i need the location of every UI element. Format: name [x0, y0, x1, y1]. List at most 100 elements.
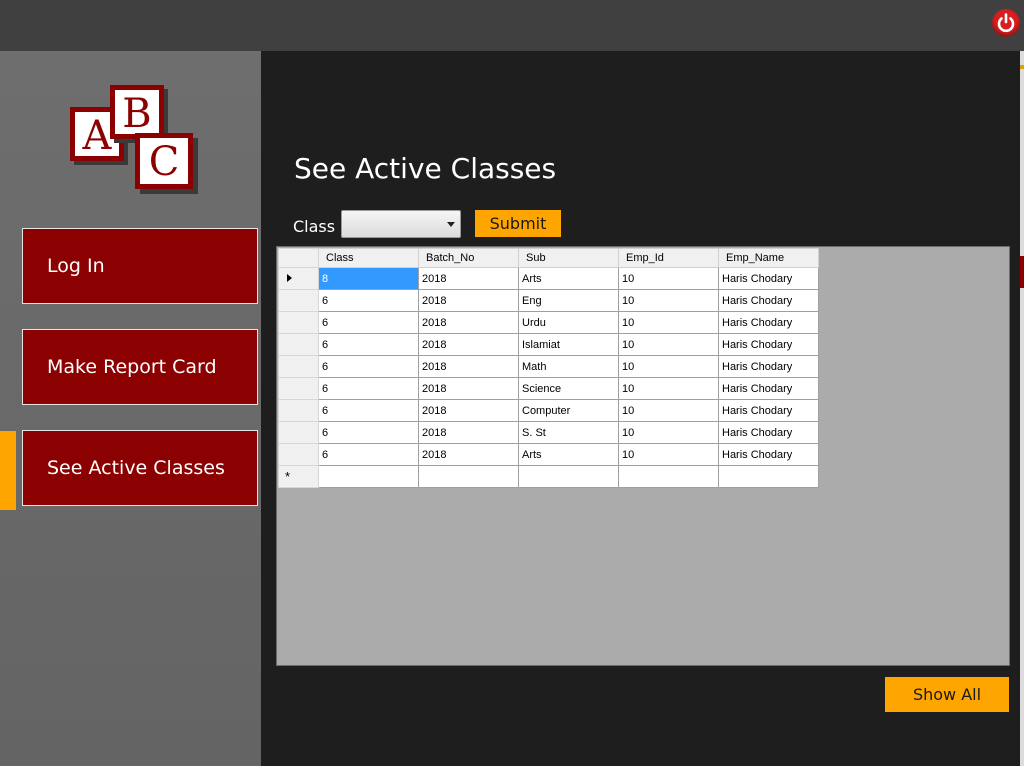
window-edge [1020, 51, 1024, 766]
table-row[interactable]: 6 2018 Eng 10 Haris Chodary [278, 289, 819, 312]
logo-letter: B [122, 91, 151, 137]
table-cell[interactable]: Science [518, 377, 619, 400]
column-header-emp-name[interactable]: Emp_Name [718, 248, 819, 268]
table-cell[interactable]: 6 [318, 399, 419, 422]
table-cell[interactable]: 10 [618, 399, 719, 422]
table-cell[interactable]: Math [518, 355, 619, 378]
logo-letter: A [82, 113, 113, 159]
logo-letter: C [149, 139, 180, 185]
table-cell[interactable]: Haris Chodary [718, 267, 819, 290]
table-cell[interactable]: 10 [618, 289, 719, 312]
row-header[interactable] [278, 289, 319, 312]
make-report-card-button[interactable]: Make Report Card [22, 329, 258, 405]
main-panel: See Active Classes Class Submit Class Ba… [261, 51, 1020, 766]
table-cell[interactable]: 2018 [418, 289, 519, 312]
table-cell[interactable]: Haris Chodary [718, 399, 819, 422]
column-header-sub[interactable]: Sub [518, 248, 619, 268]
table-cell[interactable]: Urdu [518, 311, 619, 334]
class-dropdown[interactable] [341, 210, 461, 238]
table-row[interactable]: 6 2018 Arts 10 Haris Chodary [278, 443, 819, 466]
table-cell[interactable]: 2018 [418, 311, 519, 334]
table-cell[interactable]: 2018 [418, 399, 519, 422]
row-header[interactable] [278, 333, 319, 356]
table-cell[interactable]: Haris Chodary [718, 443, 819, 466]
table-cell[interactable]: 6 [318, 421, 419, 444]
table-cell[interactable]: 2018 [418, 421, 519, 444]
active-indicator [0, 431, 16, 510]
table-cell[interactable]: 10 [618, 355, 719, 378]
row-header[interactable] [278, 311, 319, 334]
table-cell[interactable]: 2018 [418, 267, 519, 290]
table-cell[interactable]: 8 [318, 267, 419, 290]
power-icon[interactable] [992, 9, 1020, 37]
table-cell[interactable]: 6 [318, 333, 419, 356]
edge-marker [1020, 256, 1024, 288]
column-header-batch-no[interactable]: Batch_No [418, 248, 519, 268]
table-cell[interactable]: Haris Chodary [718, 311, 819, 334]
table-cell[interactable] [718, 465, 819, 488]
table-cell[interactable]: 6 [318, 377, 419, 400]
table-cell[interactable]: 10 [618, 267, 719, 290]
header-row: Class Batch_No Sub Emp_Id Emp_Name [278, 248, 819, 268]
table-row[interactable]: 8 2018 Arts 10 Haris Chodary [278, 267, 819, 290]
new-row-icon: * [285, 469, 291, 484]
table-cell[interactable]: Computer [518, 399, 619, 422]
login-button[interactable]: Log In [22, 228, 258, 304]
table-row[interactable]: 6 2018 S. St 10 Haris Chodary [278, 421, 819, 444]
table-cell[interactable]: 10 [618, 377, 719, 400]
page-title: See Active Classes [294, 152, 557, 185]
submit-button[interactable]: Submit [475, 210, 561, 237]
table-cell[interactable]: 10 [618, 333, 719, 356]
see-active-classes-button[interactable]: See Active Classes [22, 430, 258, 506]
table-cell[interactable]: 2018 [418, 355, 519, 378]
table-cell[interactable]: 6 [318, 289, 419, 312]
table-cell[interactable]: 6 [318, 311, 419, 334]
table-cell[interactable]: Haris Chodary [718, 355, 819, 378]
table-row[interactable]: 6 2018 Urdu 10 Haris Chodary [278, 311, 819, 334]
table-cell[interactable]: Islamiat [518, 333, 619, 356]
table-row[interactable]: 6 2018 Islamiat 10 Haris Chodary [278, 333, 819, 356]
classes-grid[interactable]: Class Batch_No Sub Emp_Id Emp_Name 8 201… [276, 246, 1010, 666]
abc-blocks-logo: A B C [70, 85, 198, 194]
row-header[interactable] [278, 355, 319, 378]
table-cell[interactable]: 2018 [418, 443, 519, 466]
table-cell[interactable]: S. St [518, 421, 619, 444]
table-cell[interactable]: 10 [618, 311, 719, 334]
row-header[interactable]: * [278, 465, 319, 488]
table-row[interactable]: 6 2018 Science 10 Haris Chodary [278, 377, 819, 400]
table-cell[interactable]: 2018 [418, 377, 519, 400]
dropdown-arrow-icon[interactable] [447, 222, 455, 227]
row-header[interactable] [278, 377, 319, 400]
table-cell[interactable]: Haris Chodary [718, 421, 819, 444]
new-row[interactable]: * [278, 465, 819, 488]
row-header[interactable] [278, 267, 319, 290]
column-header-emp-id[interactable]: Emp_Id [618, 248, 719, 268]
table-cell[interactable]: Haris Chodary [718, 377, 819, 400]
power-glyph [997, 13, 1015, 33]
table-cell[interactable] [318, 465, 419, 488]
column-header-class[interactable]: Class [318, 248, 419, 268]
table-row[interactable]: 6 2018 Math 10 Haris Chodary [278, 355, 819, 378]
table-cell[interactable]: Arts [518, 443, 619, 466]
table-cell[interactable]: 6 [318, 355, 419, 378]
show-all-button[interactable]: Show All [885, 677, 1009, 712]
table-cell[interactable]: 10 [618, 421, 719, 444]
table-cell[interactable]: 10 [618, 443, 719, 466]
table-cell[interactable] [418, 465, 519, 488]
table-cell[interactable] [618, 465, 719, 488]
table-cell[interactable]: Arts [518, 267, 619, 290]
current-row-icon [287, 273, 292, 282]
row-header[interactable] [278, 443, 319, 466]
table-row[interactable]: 6 2018 Computer 10 Haris Chodary [278, 399, 819, 422]
table-cell[interactable]: Haris Chodary [718, 333, 819, 356]
row-header-corner[interactable] [278, 248, 319, 268]
row-header[interactable] [278, 421, 319, 444]
sidebar: A B C Log In Make Report Card See Active… [0, 51, 261, 766]
table-cell[interactable]: Haris Chodary [718, 289, 819, 312]
classes-table: Class Batch_No Sub Emp_Id Emp_Name 8 201… [278, 248, 819, 488]
row-header[interactable] [278, 399, 319, 422]
table-cell[interactable] [518, 465, 619, 488]
table-cell[interactable]: 2018 [418, 333, 519, 356]
table-cell[interactable]: Eng [518, 289, 619, 312]
table-cell[interactable]: 6 [318, 443, 419, 466]
